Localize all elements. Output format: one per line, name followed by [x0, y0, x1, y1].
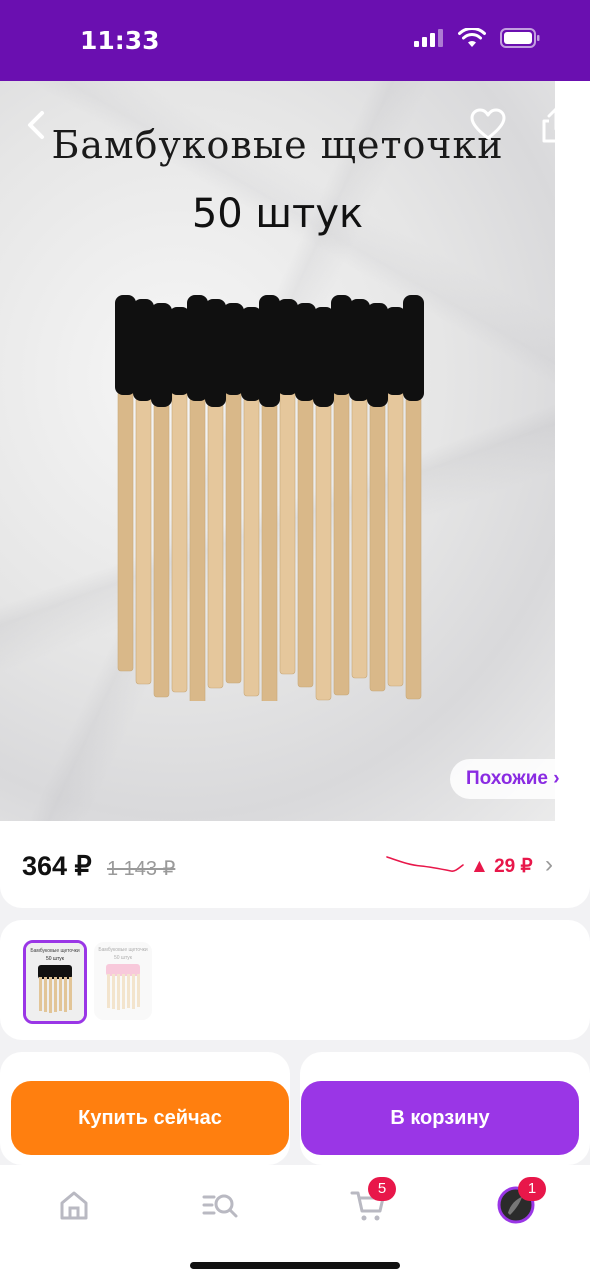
thumbnail-2[interactable]: Бамбуковые щеточки 50 штук — [94, 942, 152, 1020]
chevron-right-icon: › — [545, 851, 553, 878]
brushes-illustration — [115, 295, 424, 701]
tab-profile[interactable]: 1 — [496, 1177, 546, 1225]
tab-cart[interactable]: 5 — [348, 1177, 396, 1225]
status-time: 11:33 — [80, 26, 160, 55]
chevron-left-icon — [28, 111, 44, 139]
purchase-actions: Купить сейчас В корзину — [0, 1052, 590, 1165]
home-icon — [60, 1191, 88, 1220]
add-to-cart-button[interactable]: В корзину — [301, 1081, 579, 1155]
thumbnail-2-sub: 50 штук — [114, 955, 133, 961]
similar-products-label: Похожие › — [466, 768, 560, 789]
thumbnail-1-title: Бамбуковые щеточки — [30, 948, 80, 954]
price-change: ▲ 29 ₽ — [470, 856, 533, 877]
tab-catalog-search[interactable] — [200, 1185, 240, 1225]
tab-home[interactable] — [54, 1185, 94, 1225]
price-trend-scribble — [386, 856, 464, 872]
thumbnail-1-sub: 50 штук — [46, 956, 65, 962]
catalog-search-icon — [202, 1194, 238, 1218]
image-thumbnails: Бамбуковые щеточки 50 штук Бамбуковые ще… — [0, 920, 590, 1040]
wifi-icon — [458, 28, 486, 47]
share-icon — [542, 107, 570, 143]
similar-products-button[interactable]: Похожие › — [450, 759, 576, 799]
battery-icon — [500, 28, 540, 48]
thumbnail-1-image: Бамбуковые щеточки 50 штук — [26, 943, 84, 1021]
favorite-button[interactable] — [468, 105, 508, 145]
thumbnail-2-image: Бамбуковые щеточки 50 штук — [94, 942, 152, 1020]
current-price: 364 ₽ — [22, 851, 92, 881]
heart-icon — [470, 108, 506, 140]
home-indicator — [190, 1262, 400, 1269]
price-card[interactable]: 364 ₽ 1 143 ₽ ▲ 29 ₽ › — [0, 821, 590, 908]
cart-badge: 5 — [368, 1177, 396, 1201]
status-bar: 11:33 — [0, 0, 590, 81]
thumbnail-2-title: Бамбуковые щеточки — [98, 947, 148, 953]
status-icons — [414, 28, 540, 48]
signal-icon — [414, 29, 443, 47]
product-image[interactable]: Бамбуковые щеточки 50 штук Похожие › — [0, 81, 590, 821]
buy-now-button[interactable]: Купить сейчас — [11, 1081, 289, 1155]
share-button[interactable] — [538, 105, 574, 145]
image-subtitle-text: 50 штук — [191, 191, 364, 237]
next-image-edge — [555, 81, 590, 821]
thumbnail-1[interactable]: Бамбуковые щеточки 50 штук — [23, 940, 87, 1024]
profile-badge: 1 — [518, 1177, 546, 1201]
old-price: 1 143 ₽ — [107, 858, 176, 880]
back-button[interactable] — [20, 105, 60, 145]
